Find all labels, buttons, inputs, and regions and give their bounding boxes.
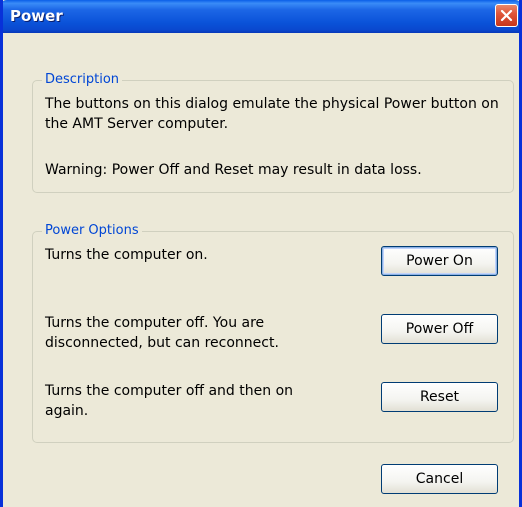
power-on-button[interactable]: Power On xyxy=(381,246,498,276)
description-legend: Description xyxy=(42,72,123,88)
power-off-description: Turns the computer off. You are disconne… xyxy=(45,315,279,351)
power-options-legend: Power Options xyxy=(42,223,142,239)
close-icon xyxy=(500,9,513,22)
power-dialog: Power Description The buttons on this di… xyxy=(0,0,522,507)
close-button[interactable] xyxy=(495,4,518,27)
power-off-button[interactable]: Power Off xyxy=(381,314,498,344)
power-on-description: Turns the computer on. xyxy=(45,247,208,263)
window-title: Power xyxy=(10,7,63,25)
reset-description: Turns the computer off and then on again… xyxy=(45,383,294,419)
cancel-button[interactable]: Cancel xyxy=(381,464,498,494)
title-bar[interactable]: Power xyxy=(3,0,519,33)
warning-text: Warning: Power Off and Reset may result … xyxy=(45,162,422,178)
reset-button[interactable]: Reset xyxy=(381,382,498,412)
description-text: The buttons on this dialog emulate the p… xyxy=(45,96,499,132)
